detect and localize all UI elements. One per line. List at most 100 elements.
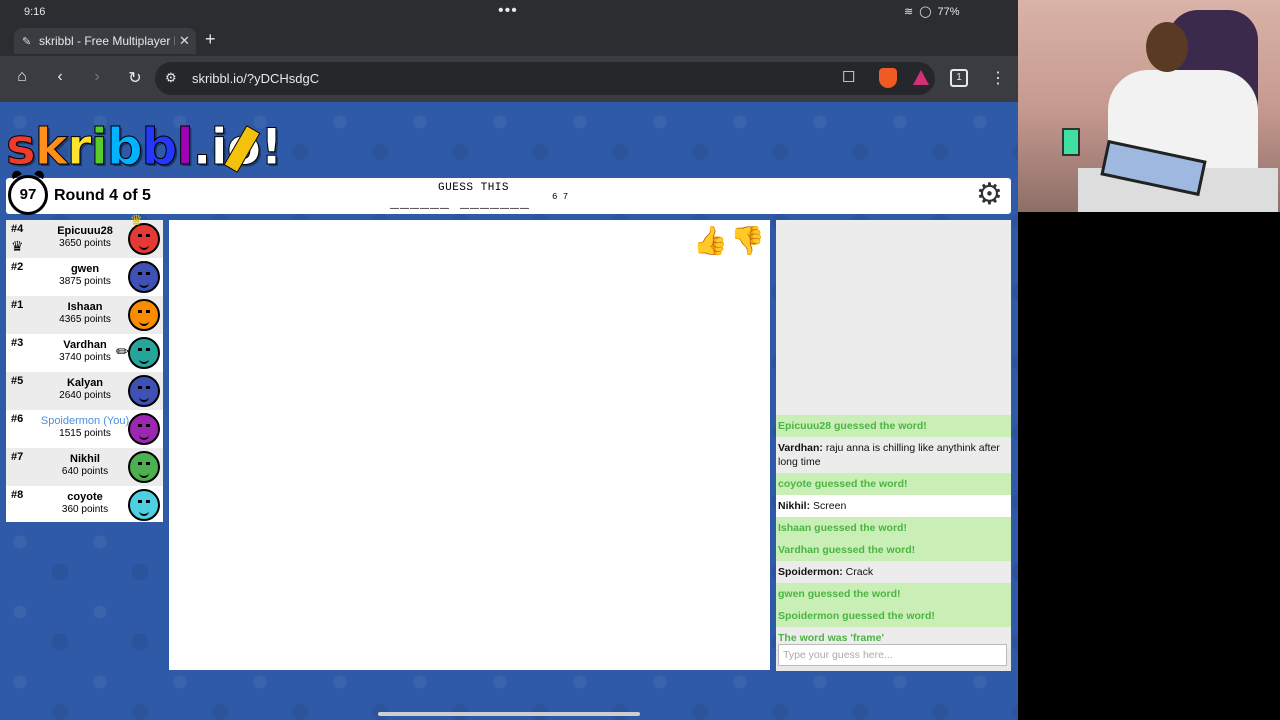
browser-tab[interactable]: ✎ skribbl - Free Multiplayer Dra ✕: [14, 28, 196, 54]
avatar-mouth: [139, 434, 149, 440]
chat-guess-message: Ishaan guessed the word!: [776, 517, 1011, 539]
player-points: 1515 points: [59, 428, 111, 439]
person-head: [1146, 22, 1188, 72]
tab-strip: ✎ skribbl - Free Multiplayer Dra ✕ +: [0, 26, 1018, 56]
player-row[interactable]: #7 Nikhil 640 points: [6, 448, 163, 486]
avatar: [128, 337, 160, 369]
avatar-eyes: [138, 386, 150, 394]
player-name: Epicuuu28: [57, 225, 113, 237]
word-lengths: 6 7: [552, 192, 569, 202]
brave-shield-icon[interactable]: [879, 68, 897, 88]
back-icon[interactable]: ‹: [49, 68, 71, 86]
player-name: Kalyan: [66, 377, 104, 389]
avatar-mouth: [139, 244, 149, 250]
player-row[interactable]: #2 gwen 3875 points: [6, 258, 163, 296]
avatar-eyes: [138, 272, 150, 280]
address-bar[interactable]: ⚙ skribbl.io/?yDCHsdgC ☐: [155, 62, 935, 95]
player-rank: #1: [11, 299, 24, 311]
avatar-eyes: [138, 500, 150, 508]
player-points: 3875 points: [59, 276, 111, 287]
player-row[interactable]: #6 Spoidermon (You) 1515 points: [6, 410, 163, 448]
player-rank: #6: [11, 413, 24, 425]
wifi-icon: ≋: [904, 6, 914, 18]
forward-icon[interactable]: ›: [86, 68, 108, 86]
chat-guess-message: Vardhan guessed the word!: [776, 539, 1011, 561]
tab-count-button[interactable]: 1: [950, 69, 968, 87]
menu-icon[interactable]: ⋮: [990, 68, 1006, 88]
avatar: [128, 451, 160, 483]
avatar-eyes: [138, 234, 150, 242]
round-indicator: Round 4 of 5: [54, 187, 151, 204]
pencil-favicon-icon: ✎: [22, 36, 32, 48]
chat-panel: Epicuuu28 guessed the word! Vardhan: raju…: [776, 220, 1011, 671]
thumbs-up-icon[interactable]: 👍: [693, 224, 728, 257]
player-rank: #2: [11, 261, 24, 273]
word-hint: ______ _______: [390, 195, 531, 212]
player-row[interactable]: #8 coyote 360 points: [6, 486, 163, 524]
more-dots-icon[interactable]: •••: [498, 2, 518, 20]
close-icon[interactable]: ✕: [179, 33, 190, 49]
home-indicator[interactable]: [378, 712, 640, 716]
battery-icon: ◯: [919, 6, 932, 18]
chat-user: Vardhan:: [778, 442, 823, 454]
avatar: [128, 261, 160, 293]
settings-gear-icon[interactable]: ⚙: [976, 180, 1006, 210]
avatar-mouth: [139, 320, 149, 326]
chat-messages: Epicuuu28 guessed the word! Vardhan: raju…: [776, 415, 1011, 671]
reload-icon[interactable]: ↻: [124, 68, 146, 88]
guess-this-label: GUESS THIS: [438, 182, 510, 194]
player-points: 640 points: [61, 466, 109, 477]
tab-title: skribbl - Free Multiplayer Dra: [39, 34, 175, 48]
webcam-overlay: [1018, 0, 1280, 212]
player-name: Spoidermon (You): [40, 415, 130, 427]
status-icons: ≋ ◯ 77%: [904, 5, 960, 19]
crown-icon: ♛: [130, 212, 143, 228]
new-tab-button[interactable]: +: [205, 29, 216, 50]
chat-message: Vardhan: raju anna is chilling like anyt…: [776, 437, 1011, 473]
chat-user: Spoidermon:: [778, 566, 843, 578]
drawing-canvas[interactable]: 👍 👎: [169, 220, 770, 670]
home-icon[interactable]: ⌂: [11, 68, 33, 86]
url-text: skribbl.io/?yDCHsdgC: [192, 71, 320, 86]
avatar-mouth: [139, 358, 149, 364]
bookmark-icon[interactable]: ☐: [842, 68, 855, 86]
browser-toolbar: ⌂ ‹ › ↻ ⚙ skribbl.io/?yDCHsdgC ☐ 1 ⋮: [0, 56, 1018, 102]
avatar-mouth: [139, 396, 149, 402]
thumbs-down-icon[interactable]: 👎: [730, 224, 765, 257]
player-name: gwen: [70, 263, 100, 275]
avatar-eyes: [138, 462, 150, 470]
player-row[interactable]: #5 Kalyan 2640 points: [6, 372, 163, 410]
skribbl-logo: skribbl.io!: [6, 118, 284, 177]
chat-message: Nikhil: Screen: [776, 495, 1011, 517]
player-rank: #7: [11, 451, 24, 463]
timer-clock: 97: [8, 175, 48, 215]
avatar: [128, 299, 160, 331]
guess-input[interactable]: [778, 644, 1007, 666]
battery-percent: 77%: [937, 5, 960, 18]
microphone-light: [1062, 128, 1080, 156]
chat-message: Spoidermon: Crack: [776, 561, 1011, 583]
chat-guess-message: coyote guessed the word!: [776, 473, 1011, 495]
player-row[interactable]: #4 ♛ Epicuuu28 3650 points ♛: [6, 212, 163, 258]
avatar: [128, 375, 160, 407]
avatar-eyes: [138, 310, 150, 318]
chat-guess-message: Spoidermon guessed the word!: [776, 605, 1011, 627]
player-row[interactable]: #1 Ishaan 4365 points: [6, 296, 163, 334]
avatar-mouth: [139, 282, 149, 288]
site-settings-icon[interactable]: ⚙: [165, 70, 177, 86]
brave-rewards-icon[interactable]: [913, 70, 929, 85]
chat-guess-message: gwen guessed the word!: [776, 583, 1011, 605]
player-rank: #4: [11, 223, 24, 235]
player-rank: #8: [11, 489, 24, 501]
player-rank: #3: [11, 337, 24, 349]
game-page: skribbl.io! 97 Round 4 of 5 GUESS THIS _…: [0, 102, 1018, 720]
avatar: [128, 413, 160, 445]
status-bar: 9:16 ••• ≋ ◯ 77%: [0, 0, 1018, 26]
game-header: 97 Round 4 of 5 GUESS THIS ______ ______…: [6, 175, 1011, 215]
player-name: Ishaan: [67, 301, 103, 313]
avatar: [128, 489, 160, 521]
chat-text: Crack: [842, 566, 874, 578]
drawing-pencil-icon: ✏: [116, 344, 130, 361]
player-row[interactable]: #3 Vardhan 3740 points ✏: [6, 334, 163, 372]
player-points: 3650 points: [59, 238, 111, 249]
